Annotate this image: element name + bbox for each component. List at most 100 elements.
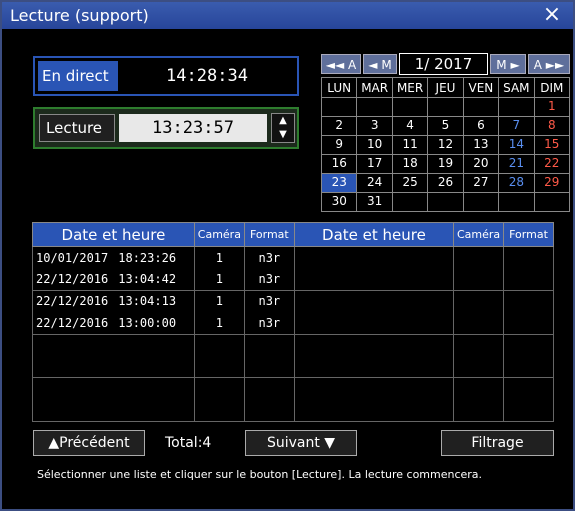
close-icon[interactable]: × (541, 4, 563, 26)
live-panel[interactable]: En direct 14:28:34 (33, 56, 299, 96)
table-row[interactable]: 22/12/2016 13:04:13 1 n3r (32, 290, 554, 313)
header-format: Format (243, 222, 295, 247)
calendar-day[interactable]: 6 (462, 116, 500, 136)
calendar-empty-cell (498, 97, 535, 117)
calendar-day[interactable]: 10 (356, 135, 393, 155)
live-label: En direct (38, 61, 118, 91)
table-row[interactable]: 22/12/2016 13:04:42 1 n3r (32, 268, 554, 291)
cell-camera-2 (453, 399, 505, 422)
cell-format (243, 377, 295, 400)
table-row (32, 355, 554, 379)
calendar-day[interactable]: 26 (427, 173, 464, 193)
title-bar: Lecture (support) × (2, 2, 573, 29)
cell-date: 22/12/2016 (36, 315, 109, 330)
calendar-empty-cell (462, 192, 500, 212)
cell-camera (193, 355, 245, 379)
calendar-day-number: 19 (437, 156, 454, 170)
calendar-day[interactable]: 8 (533, 116, 571, 136)
next-month-button[interactable]: M ► (490, 54, 526, 74)
calendar-day[interactable]: 30 (320, 192, 358, 212)
calendar-day[interactable]: 7 (498, 116, 535, 136)
weekday-header: MAR (356, 77, 393, 98)
calendar-day-number: 22 (544, 156, 560, 170)
calendar-empty-cell (320, 97, 358, 117)
next-button[interactable]: Suivant ▼ (245, 430, 357, 456)
header-camera: Caméra (193, 222, 245, 247)
prev-month-button[interactable]: ◄ M (363, 54, 397, 74)
time-stepper[interactable]: ▲ ▼ (271, 113, 295, 143)
prev-year-button[interactable]: ◄◄ A (321, 54, 361, 74)
calendar-day[interactable]: 16 (320, 154, 358, 174)
calendar-day[interactable]: 14 (498, 135, 535, 155)
filter-button[interactable]: Filtrage (441, 430, 554, 456)
calendar-day-number: 12 (437, 137, 454, 151)
calendar-day[interactable]: 17 (356, 154, 393, 174)
calendar-day[interactable]: 12 (427, 135, 464, 155)
calendar-day[interactable]: 20 (462, 154, 500, 174)
cell-date-time-2 (293, 334, 455, 356)
calendar-day[interactable]: 21 (498, 154, 535, 174)
cell-time: 18:23:26 (118, 250, 177, 265)
calendar-day[interactable]: 9 (320, 135, 358, 155)
calendar-empty-cell (427, 192, 464, 212)
cell-format-2 (503, 312, 554, 335)
cell-date-time-2 (293, 312, 455, 335)
cell-date-time (32, 334, 195, 356)
cell-camera (193, 399, 245, 422)
next-year-button[interactable]: A ►► (528, 54, 570, 74)
calendar-day[interactable]: 27 (462, 173, 500, 193)
header-camera-2: Caméra (453, 222, 505, 247)
calendar-day[interactable]: 18 (391, 154, 429, 174)
calendar-day-number: 10 (367, 137, 383, 151)
playback-time-field[interactable]: 13:23:57 (119, 114, 267, 142)
calendar-day-number: 11 (402, 137, 418, 151)
cell-date-time: 22/12/2016 13:04:42 (32, 268, 195, 291)
cell-time: 13:00:00 (118, 315, 177, 330)
calendar-day-number: 4 (406, 118, 414, 132)
cell-date-time (32, 355, 195, 379)
calendar-day[interactable]: 15 (533, 135, 571, 155)
cell-date-time-2 (293, 355, 455, 379)
table-row[interactable]: 22/12/2016 13:00:00 1 n3r (32, 312, 554, 335)
playback-panel: Lecture 13:23:57 ▲ ▼ (33, 107, 299, 149)
calendar-day[interactable]: 1 (533, 97, 571, 117)
calendar-day[interactable]: 29 (533, 173, 571, 193)
cell-format (243, 334, 295, 356)
calendar-day[interactable]: 4 (391, 116, 429, 136)
previous-button[interactable]: ▲Précédent (33, 430, 145, 456)
calendar-day-number: 6 (477, 118, 485, 132)
calendar-day-number: 24 (367, 175, 383, 189)
calendar-day[interactable]: 24 (356, 173, 393, 193)
stepper-up-icon[interactable]: ▲ (272, 114, 294, 128)
playback-button[interactable]: Lecture (39, 114, 115, 142)
calendar-day[interactable]: 19 (427, 154, 464, 174)
calendar-day-number: 20 (473, 156, 489, 170)
calendar-day[interactable]: 11 (391, 135, 429, 155)
calendar-day[interactable]: 23 (320, 173, 358, 193)
calendar-day-number: 9 (335, 137, 344, 151)
calendar-month-label: 1/ 2017 (399, 53, 488, 75)
calendar-day[interactable]: 25 (391, 173, 429, 193)
calendar-day[interactable]: 13 (462, 135, 500, 155)
calendar-day[interactable]: 31 (356, 192, 393, 212)
cell-date: 22/12/2016 (36, 272, 109, 287)
calendar-day[interactable]: 3 (356, 116, 393, 136)
cell-format-2 (503, 334, 554, 356)
calendar-day-number: 17 (367, 156, 383, 170)
recording-list: Date et heure Caméra Format Date et heur… (32, 222, 554, 422)
total-count: Total:4 (165, 435, 212, 451)
live-time: 14:28:34 (166, 66, 248, 86)
calendar-day[interactable]: 28 (498, 173, 535, 193)
calendar-day-number: 15 (544, 137, 560, 151)
calendar-empty-cell (533, 192, 571, 212)
cell-camera-2 (453, 268, 505, 291)
cell-date-time-2 (293, 377, 455, 400)
calendar-day[interactable]: 22 (533, 154, 571, 174)
calendar-day[interactable]: 5 (427, 116, 464, 136)
calendar-day-number: 2 (335, 118, 344, 132)
table-row[interactable]: 10/01/2017 18:23:26 1 n3r (32, 246, 554, 269)
header-date-time-2: Date et heure (293, 222, 455, 247)
calendar-day[interactable]: 2 (320, 116, 358, 136)
calendar-empty-cell (391, 192, 429, 212)
stepper-down-icon[interactable]: ▼ (272, 128, 294, 142)
